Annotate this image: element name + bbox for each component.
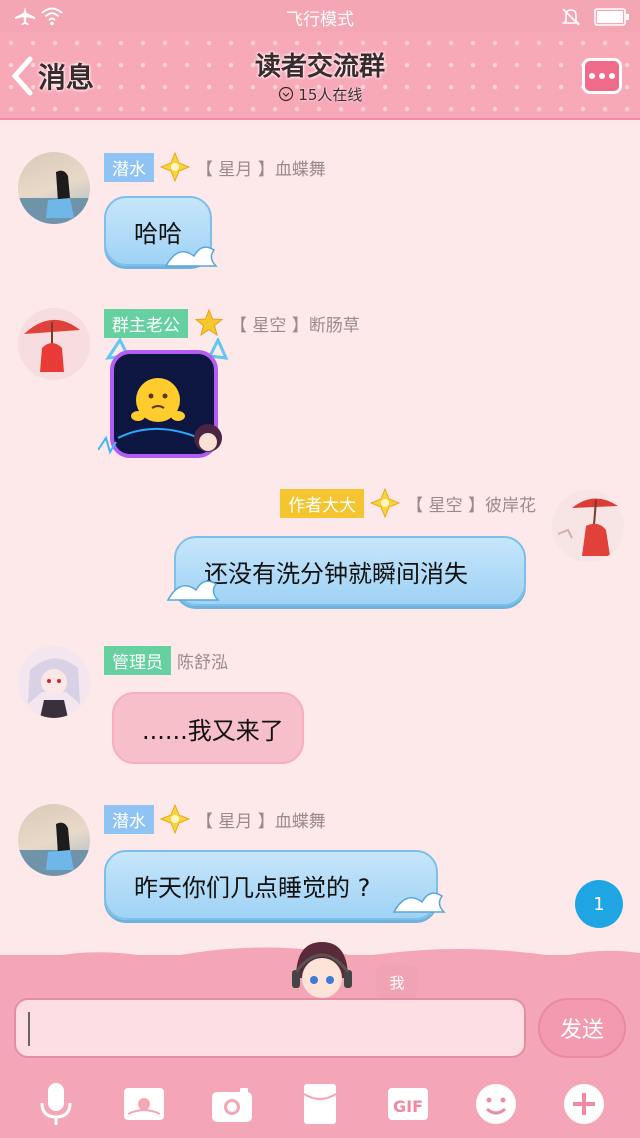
battery-icon — [594, 8, 629, 26]
camera-icon — [212, 1088, 252, 1122]
dot-icon — [609, 73, 615, 79]
avatar-image — [18, 822, 90, 876]
mascot-image — [292, 942, 352, 998]
gif-label: GIF — [393, 1097, 423, 1116]
online-count[interactable]: 15人在线 — [0, 84, 640, 105]
message-bubble[interactable]: ......我又来了 — [112, 692, 304, 764]
send-button[interactable]: 发送 — [538, 998, 626, 1058]
avatar-image — [18, 170, 90, 224]
toolbar: GIF — [0, 1070, 640, 1138]
bell-muted-icon — [562, 8, 580, 26]
message-meta: 管理员 陈舒泓 — [104, 646, 228, 675]
microphone-icon — [40, 1083, 72, 1125]
gif-button[interactable]: GIF — [384, 1080, 432, 1128]
dot-icon — [589, 73, 595, 79]
star-badge-icon — [194, 308, 224, 337]
message-meta: 潜水 【 星月 】 血蝶舞 — [104, 152, 326, 182]
message-meta: 群主老公 【 星空 】 断肠草 — [104, 308, 360, 338]
rank-label: 【 星空 】 — [406, 495, 485, 516]
more-button[interactable] — [582, 58, 622, 94]
sender-name: 彼岸花 — [485, 495, 536, 516]
avatar[interactable] — [18, 804, 90, 876]
sparkle-star-icon — [370, 488, 401, 518]
avatar-image — [28, 658, 80, 718]
envelope-icon — [303, 1084, 337, 1124]
role-tag: 作者大大 — [280, 488, 365, 518]
camera-button[interactable] — [208, 1080, 256, 1128]
photo-button[interactable] — [120, 1080, 168, 1128]
avatar[interactable] — [552, 490, 624, 562]
wave-decoration-icon — [164, 246, 218, 267]
chat-header: 消息 读者交流群 15人在线 — [0, 32, 640, 120]
message-input[interactable] — [14, 998, 526, 1058]
sender-name: 血蝶舞 — [274, 159, 326, 180]
avatar[interactable] — [18, 152, 90, 224]
gif-icon: GIF — [388, 1088, 428, 1120]
sender-name: 断肠草 — [308, 315, 360, 336]
emoji-button[interactable] — [472, 1080, 520, 1128]
dot-icon — [599, 73, 605, 79]
text-caret — [28, 1012, 30, 1046]
avatar[interactable] — [18, 308, 90, 380]
wave-decoration-icon — [166, 580, 220, 601]
smiley-icon — [476, 1084, 516, 1124]
online-count-text: 15人在线 — [298, 86, 363, 104]
rank-label: 【 星空 】 — [230, 315, 309, 336]
voice-button[interactable] — [32, 1080, 80, 1128]
message-text: 昨天你们几点睡觉的 ? — [134, 873, 371, 902]
plus-button[interactable] — [560, 1080, 608, 1128]
chevron-down-circle-icon — [278, 86, 293, 102]
avatar-image — [24, 319, 80, 372]
message-meta: 作者大大 【 星空 】 彼岸花 — [280, 488, 536, 518]
role-tag: 潜水 — [104, 804, 154, 834]
rank-label: 【 星月 】 — [196, 159, 275, 180]
role-tag: 潜水 — [104, 152, 154, 182]
message-bubble[interactable]: 还没有洗分钟就瞬间消失 — [174, 536, 526, 606]
avatar[interactable] — [18, 646, 90, 718]
role-tag: 群主老公 — [104, 308, 188, 338]
message-text: ......我又来了 — [142, 716, 284, 745]
wave-decoration-icon — [392, 892, 446, 913]
message-text: 还没有洗分钟就瞬间消失 — [204, 559, 468, 588]
sticker-image[interactable] — [98, 338, 238, 466]
status-mode-text: 飞行模式 — [286, 10, 354, 30]
unread-badge[interactable]: 1 — [575, 880, 623, 928]
red-envelope-button[interactable] — [296, 1080, 344, 1128]
page-title: 读者交流群 — [254, 52, 385, 82]
me-label: 我 — [376, 965, 418, 999]
sparkle-star-icon — [160, 152, 190, 182]
avatar-image — [557, 498, 618, 556]
role-tag: 管理员 — [104, 646, 171, 675]
status-bar: 飞行模式 — [0, 0, 640, 32]
sender-name: 血蝶舞 — [274, 811, 326, 832]
sender-name: 陈舒泓 — [177, 653, 228, 673]
plus-icon — [564, 1084, 604, 1124]
rank-label: 【 星月 】 — [196, 811, 275, 832]
message-meta: 潜水 【 星月 】 血蝶舞 — [104, 804, 326, 834]
image-icon — [124, 1088, 164, 1120]
message-bubble[interactable]: 昨天你们几点睡觉的 ? — [104, 850, 438, 920]
sparkle-star-icon — [160, 804, 190, 834]
unread-count: 1 — [593, 893, 605, 915]
